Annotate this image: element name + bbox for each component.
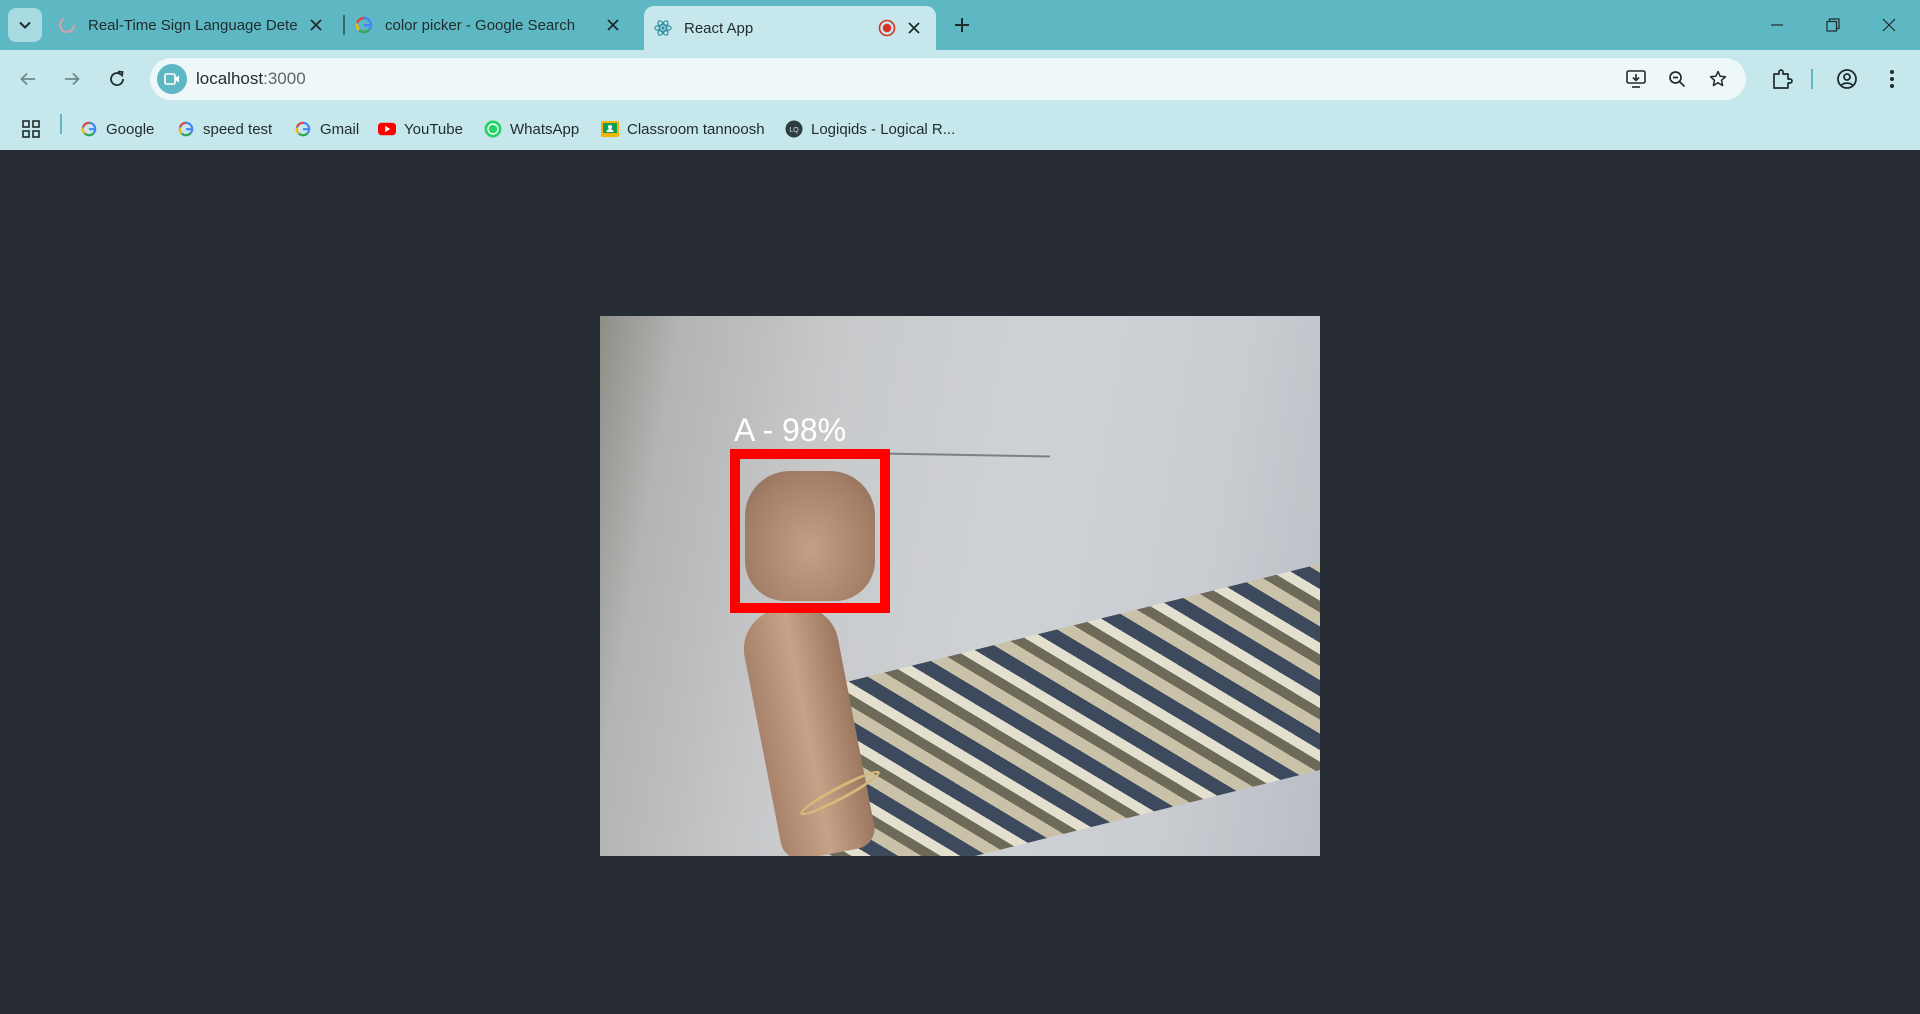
url-host: localhost	[196, 69, 264, 88]
classroom-icon	[601, 120, 619, 138]
zoom-icon[interactable]	[1665, 67, 1689, 91]
bookmark-whatsapp[interactable]: WhatsApp	[484, 116, 579, 142]
reload-button[interactable]	[102, 64, 132, 94]
arrow-right-icon	[65, 72, 80, 86]
chevron-down-icon	[19, 21, 31, 29]
bookmark-logiqids[interactable]: LQ Logiqids - Logical R...	[785, 116, 955, 142]
apps-grid-icon	[22, 120, 40, 138]
browser-toolbar: localhost:3000	[0, 50, 1920, 108]
google-icon	[177, 120, 195, 138]
forward-button[interactable]	[57, 64, 87, 94]
site-info-button[interactable]	[157, 64, 187, 94]
bookmark-google[interactable]: Google	[80, 116, 154, 142]
tab-title: Real-Time Sign Language Detec	[88, 16, 298, 34]
bookmarks-bar: Google speed test Gmail YouTube WhatsApp…	[0, 108, 1920, 150]
more-vertical-icon	[1890, 70, 1894, 88]
bookmark-label: Google	[106, 120, 155, 138]
svg-text:LQ: LQ	[789, 127, 799, 134]
toolbar-separator	[1811, 69, 1813, 89]
tab-separator	[343, 15, 345, 35]
back-button[interactable]	[13, 64, 43, 94]
camera-icon	[164, 73, 179, 85]
puzzle-icon	[1773, 69, 1793, 89]
plus-icon	[955, 18, 969, 32]
bookmark-label: WhatsApp	[510, 120, 580, 138]
bookmark-youtube[interactable]: YouTube	[378, 116, 463, 142]
bookmark-label: Gmail	[320, 120, 360, 138]
restore-button[interactable]	[1820, 12, 1846, 38]
bookmarks-separator	[60, 114, 62, 134]
tab-title: color picker - Google Search	[385, 16, 576, 34]
bookmark-star-icon[interactable]	[1706, 67, 1730, 91]
url-text[interactable]: localhost:3000	[196, 69, 306, 89]
close-tab-icon[interactable]	[906, 20, 922, 36]
loading-icon	[58, 16, 76, 34]
tab-search-button[interactable]	[8, 8, 42, 42]
webcam-video: A - 98%	[600, 316, 1320, 856]
extensions-button[interactable]	[1767, 64, 1797, 94]
bookmark-speed-test[interactable]: speed test	[177, 116, 272, 142]
minimize-button[interactable]	[1764, 12, 1790, 38]
close-tab-icon[interactable]	[605, 17, 621, 33]
install-app-icon[interactable]	[1624, 67, 1648, 91]
detection-bounding-box	[730, 449, 890, 613]
reload-icon	[110, 70, 124, 86]
restore-icon	[1826, 18, 1840, 32]
address-bar[interactable]: localhost:3000	[150, 58, 1746, 100]
account-icon	[1837, 69, 1857, 89]
bookmark-label: Logiqids - Logical R...	[811, 120, 956, 138]
arrow-left-icon	[20, 72, 35, 86]
detection-label: A - 98%	[734, 412, 847, 448]
apps-button[interactable]	[22, 116, 40, 142]
tab-react-app[interactable]: React App	[644, 6, 936, 50]
minimize-icon	[1771, 24, 1783, 26]
close-icon	[1882, 18, 1896, 32]
react-icon	[654, 19, 672, 37]
recording-icon	[878, 19, 896, 37]
bookmark-gmail[interactable]: Gmail	[294, 116, 359, 142]
google-icon	[294, 120, 312, 138]
whatsapp-icon	[484, 120, 502, 138]
youtube-icon	[378, 120, 396, 138]
wall-crack	[879, 452, 1051, 458]
url-port: :3000	[263, 69, 306, 88]
google-icon	[355, 16, 373, 34]
tab-color-picker[interactable]: color picker - Google Search	[355, 8, 635, 42]
bookmark-classroom[interactable]: Classroom tannoosh	[601, 116, 765, 142]
google-icon	[80, 120, 98, 138]
page-viewport: A - 98%	[0, 150, 1920, 1014]
menu-button[interactable]	[1877, 64, 1907, 94]
tab-strip: Real-Time Sign Language Detec color pick…	[0, 0, 1920, 50]
logiqids-icon: LQ	[785, 120, 803, 138]
bookmark-label: Classroom tannoosh	[627, 120, 765, 138]
close-tab-icon[interactable]	[308, 17, 324, 33]
tab-sign-language[interactable]: Real-Time Sign Language Detec	[58, 8, 338, 42]
profile-button[interactable]	[1832, 64, 1862, 94]
close-window-button[interactable]	[1876, 12, 1902, 38]
new-tab-button[interactable]	[950, 13, 974, 37]
bookmark-label: speed test	[203, 120, 273, 138]
tab-title: React App	[684, 19, 754, 37]
bookmark-label: YouTube	[404, 120, 463, 138]
